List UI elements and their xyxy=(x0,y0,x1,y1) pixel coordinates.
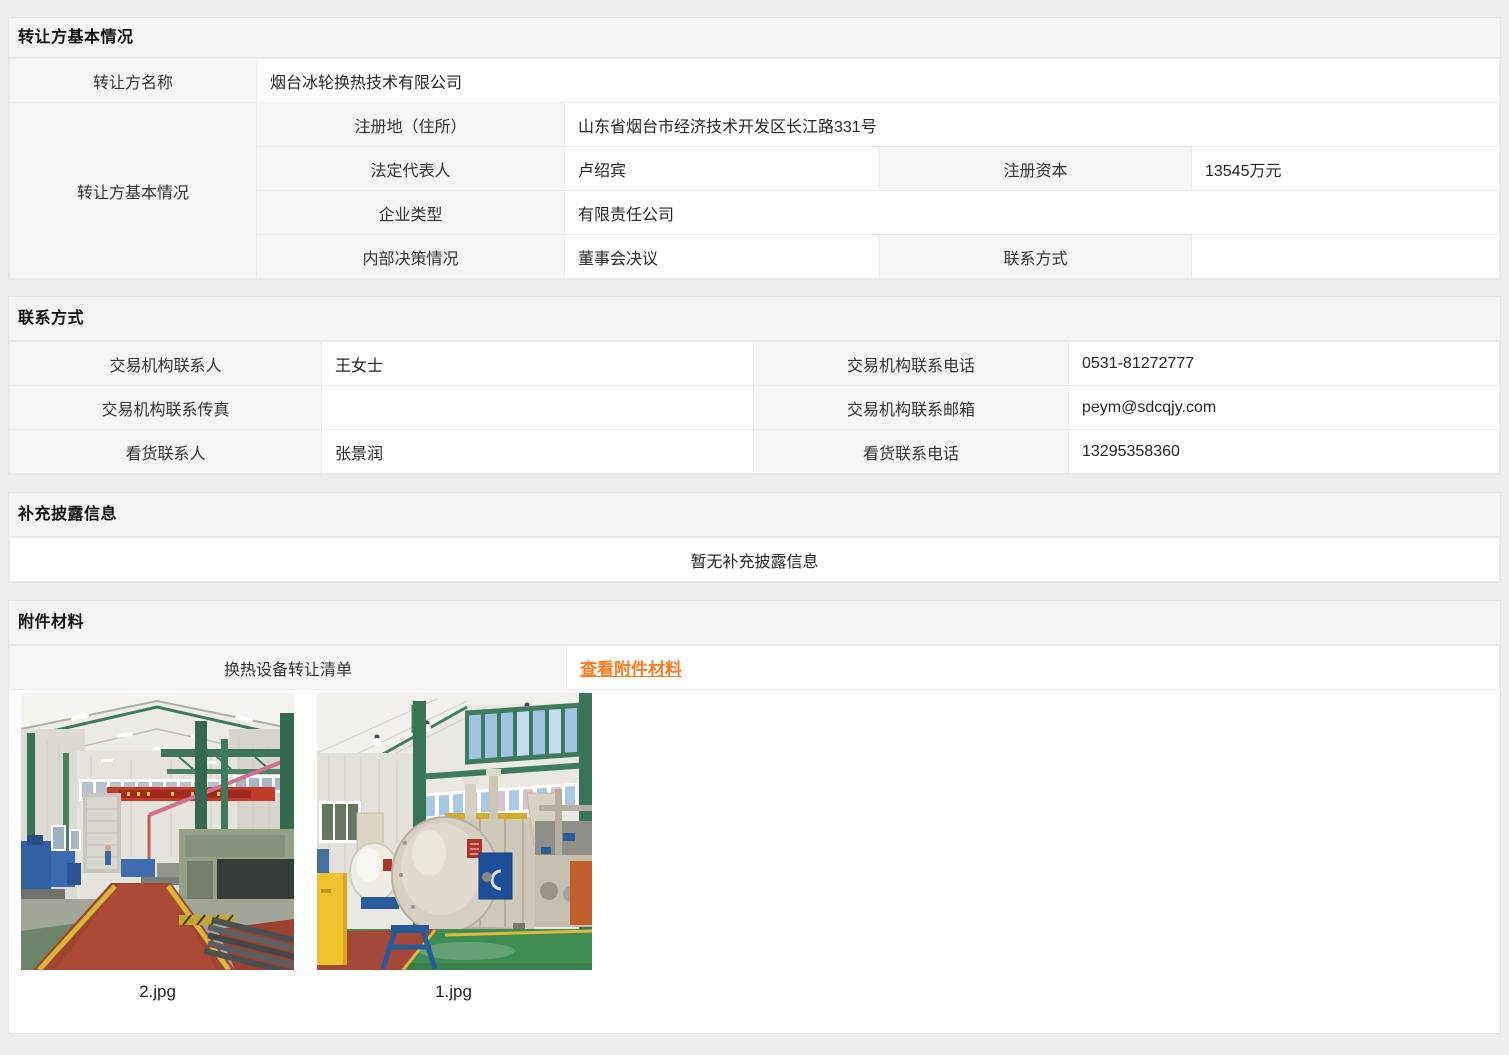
agency-contact-email-value: peym@sdcqjy.com xyxy=(1069,386,1500,430)
internal-decision-label: 内部决策情况 xyxy=(257,235,565,279)
attachment-photo-strip: 2.jpg xyxy=(9,690,1500,1033)
transferor-contact-label: 联系方式 xyxy=(880,235,1192,279)
table-row: 交易机构联系传真 交易机构联系邮箱 peym@sdcqjy.com xyxy=(10,386,1500,430)
transferor-name-value: 烟台冰轮换热技术有限公司 xyxy=(257,59,1500,103)
supplement-table: 暂无补充披露信息 xyxy=(9,537,1500,582)
pressure-vessel-photo xyxy=(317,693,592,970)
internal-decision-value: 董事会决议 xyxy=(565,235,880,279)
section-gap xyxy=(8,475,1501,492)
agency-contact-person-label: 交易机构联系人 xyxy=(10,342,322,386)
section-title-supplement: 补充披露信息 xyxy=(9,493,1500,537)
section-gap xyxy=(8,583,1501,600)
asset-listing-detail-page: 转让方基本情况 转让方名称 烟台冰轮换热技术有限公司 转让方基本情况 注册地（住… xyxy=(0,0,1509,1055)
section-transferor-info: 转让方基本情况 转让方名称 烟台冰轮换热技术有限公司 转让方基本情况 注册地（住… xyxy=(8,17,1501,280)
agency-contact-phone-value: 0531-81272777 xyxy=(1069,342,1500,386)
table-row: 看货联系人 张景润 看货联系电话 13295358360 xyxy=(10,430,1500,474)
table-row: 交易机构联系人 王女士 交易机构联系电话 0531-81272777 xyxy=(10,342,1500,386)
attachment-photo-thumbnail-2jpg[interactable]: 2.jpg xyxy=(21,693,294,1002)
table-row: 暂无补充披露信息 xyxy=(10,538,1500,582)
registered-capital-label: 注册资本 xyxy=(880,147,1192,191)
section-title-transferor: 转让方基本情况 xyxy=(9,18,1500,58)
supplement-empty-text: 暂无补充披露信息 xyxy=(10,538,1500,582)
agency-contact-fax-label: 交易机构联系传真 xyxy=(10,386,322,430)
legal-representative-value: 卢绍宾 xyxy=(565,147,880,191)
factory-aisle-photo xyxy=(21,693,294,970)
transferor-contact-value xyxy=(1192,235,1500,279)
transferor-table: 转让方名称 烟台冰轮换热技术有限公司 转让方基本情况 注册地（住所） 山东省烟台… xyxy=(9,58,1500,279)
section-supplementary-disclosure: 补充披露信息 暂无补充披露信息 xyxy=(8,492,1501,583)
contact-table: 交易机构联系人 王女士 交易机构联系电话 0531-81272777 交易机构联… xyxy=(9,341,1500,474)
section-title-contact: 联系方式 xyxy=(9,297,1500,341)
view-attachment-link[interactable]: 查看附件材料 xyxy=(580,660,682,679)
attachment-photo-thumbnail-1jpg[interactable]: 1.jpg xyxy=(317,693,590,1002)
agency-contact-email-label: 交易机构联系邮箱 xyxy=(754,386,1069,430)
section-title-attachments: 附件材料 xyxy=(9,601,1500,645)
table-row: 转让方名称 烟台冰轮换热技术有限公司 xyxy=(10,59,1500,103)
registered-capital-value: 13545万元 xyxy=(1192,147,1500,191)
transferor-group-label: 转让方基本情况 xyxy=(10,103,257,279)
table-row: 转让方基本情况 注册地（住所） 山东省烟台市经济技术开发区长江路331号 xyxy=(10,103,1500,147)
registered-address-value: 山东省烟台市经济技术开发区长江路331号 xyxy=(565,103,1500,147)
section-contact-info: 联系方式 交易机构联系人 王女士 交易机构联系电话 0531-81272777 … xyxy=(8,296,1501,475)
company-type-value: 有限责任公司 xyxy=(565,191,1500,235)
photo-caption-2jpg: 2.jpg xyxy=(21,982,294,1002)
attachment-item-label: 换热设备转让清单 xyxy=(10,646,567,690)
photo-caption-1jpg: 1.jpg xyxy=(317,982,590,1002)
table-row: 换热设备转让清单 查看附件材料 xyxy=(10,646,1500,690)
section-gap xyxy=(8,280,1501,296)
company-type-label: 企业类型 xyxy=(257,191,565,235)
inspection-contact-person-label: 看货联系人 xyxy=(10,430,322,474)
section-attachments: 附件材料 换热设备转让清单 查看附件材料 xyxy=(8,600,1501,1034)
attachments-table: 换热设备转让清单 查看附件材料 xyxy=(9,645,1500,690)
agency-contact-phone-label: 交易机构联系电话 xyxy=(754,342,1069,386)
inspection-contact-person-value: 张景润 xyxy=(322,430,754,474)
inspection-contact-phone-value: 13295358360 xyxy=(1069,430,1500,474)
inspection-contact-phone-label: 看货联系电话 xyxy=(754,430,1069,474)
legal-representative-label: 法定代表人 xyxy=(257,147,565,191)
registered-address-label: 注册地（住所） xyxy=(257,103,565,147)
agency-contact-fax-value xyxy=(322,386,754,430)
transferor-name-label: 转让方名称 xyxy=(10,59,257,103)
agency-contact-person-value: 王女士 xyxy=(322,342,754,386)
